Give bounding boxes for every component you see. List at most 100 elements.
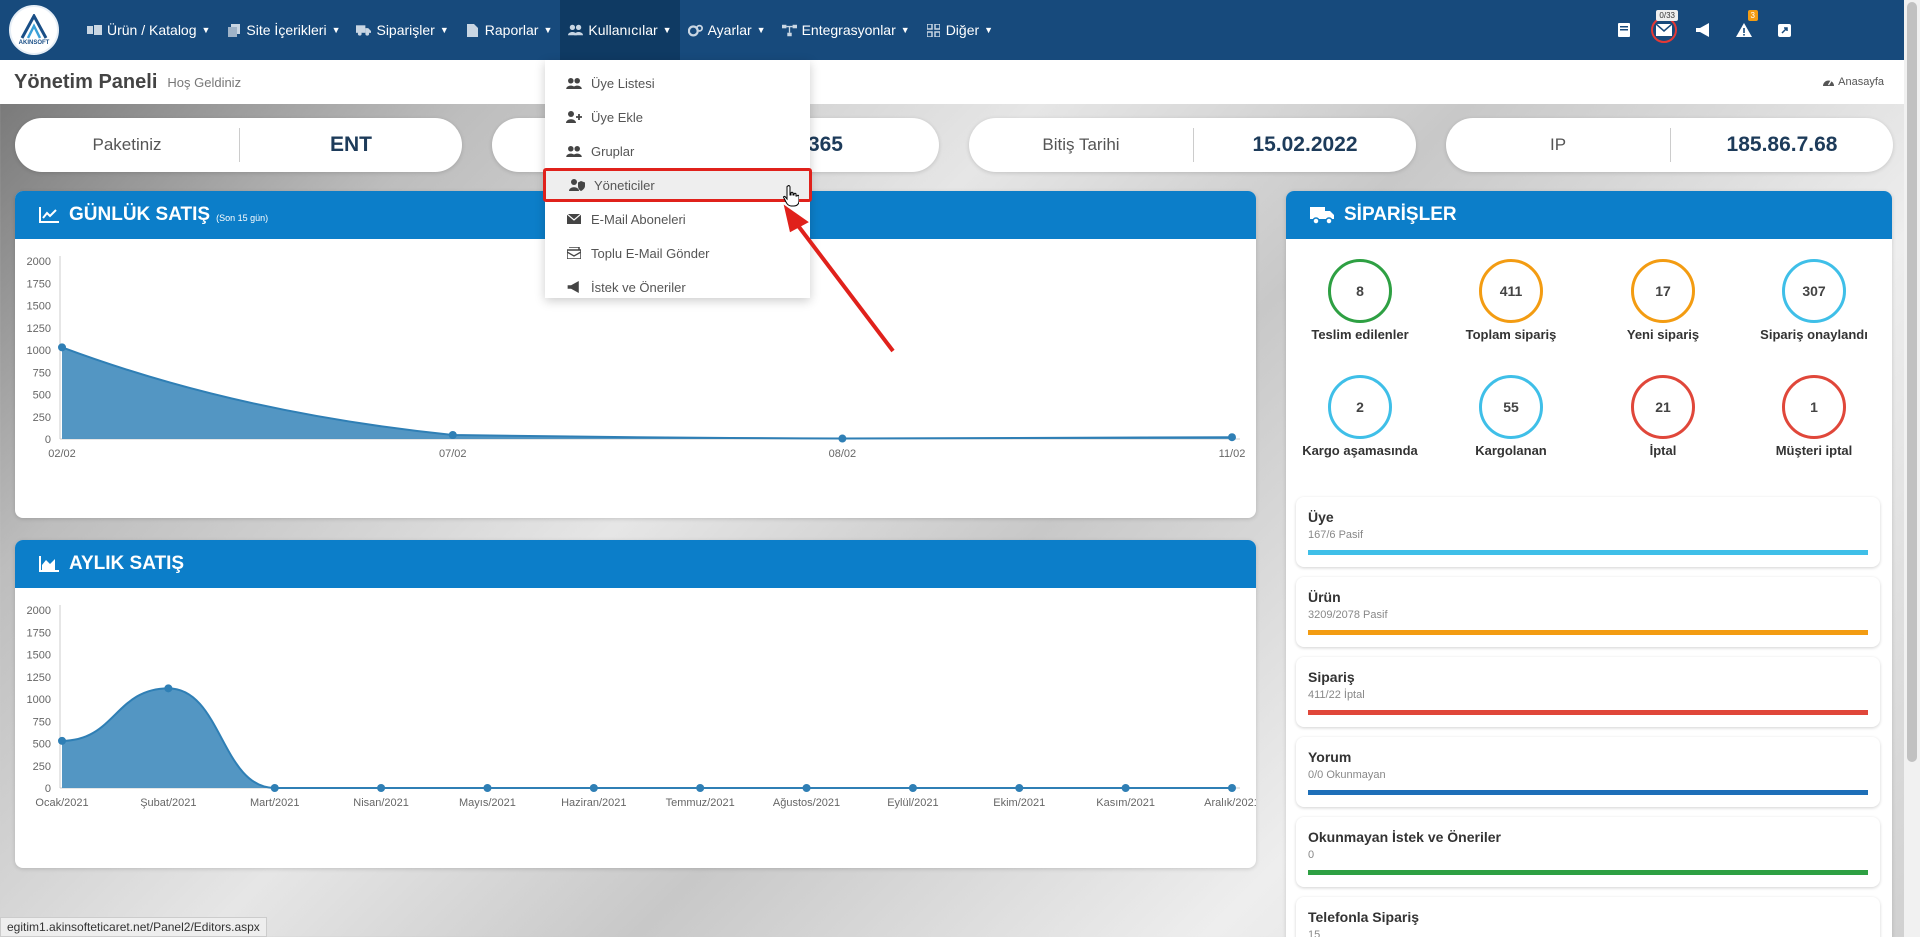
end-date-value: 15.02.2022 xyxy=(1252,133,1358,156)
stat-card-telefon[interactable]: Telefonla Sipariş 15 xyxy=(1296,897,1880,937)
y-tick-label: 2000 xyxy=(27,256,51,268)
top-navbar: AKINSOFT Ürün / Katalog ▼ Site İçerikleri… xyxy=(0,0,1904,60)
stat-card-istek[interactable]: Okunmayan İstek ve Öneriler 0 xyxy=(1296,817,1880,887)
x-tick-label: Şubat/2021 xyxy=(140,797,196,809)
data-point xyxy=(58,736,66,745)
stat-title: Telefonla Sipariş xyxy=(1308,909,1419,925)
nav-raporlar[interactable]: Raporlar ▼ xyxy=(457,0,561,60)
chevron-down-icon: ▼ xyxy=(439,25,449,35)
circle-value: 55 xyxy=(1479,375,1543,439)
menu-item-label: Yöneticiler xyxy=(594,177,655,193)
y-tick-label: 1250 xyxy=(27,323,51,335)
nav-label: Ayarlar xyxy=(707,22,752,38)
stat-sub: 0/0 Okunmayan xyxy=(1308,769,1386,781)
x-tick-label: 02/02 xyxy=(48,448,76,460)
x-tick-label: 11/02 xyxy=(1219,448,1246,460)
menu-item-email-aboneleri[interactable]: E-Mail Aboneleri xyxy=(545,202,810,236)
circle-toplam[interactable]: 411 Toplam sipariş xyxy=(1436,259,1586,342)
x-tick-label: Ağustos/2021 xyxy=(773,797,840,809)
logo-mark-icon xyxy=(20,14,48,39)
chevron-down-icon: ▼ xyxy=(331,25,341,35)
circle-value: 21 xyxy=(1631,375,1695,439)
circle-musteri-iptal[interactable]: 1 Müşteri iptal xyxy=(1739,375,1889,458)
y-tick-label: 250 xyxy=(33,412,51,424)
mail-icon[interactable]: 0/33 xyxy=(1651,10,1678,43)
stat-card-uye[interactable]: Üye 167/6 Pasif xyxy=(1296,497,1880,567)
orders-title: SİPARİŞLER xyxy=(1344,204,1457,225)
external-link-icon[interactable] xyxy=(1774,20,1794,40)
monthly-sales-panel: AYLIK SATIŞ 0 250 500 750 1000 1250 1500 1750 20… xyxy=(15,540,1256,868)
browser-status-bar: egitim1.akinsofteticaret.net/Panel2/Edit… xyxy=(0,917,267,937)
y-tick-label: 1500 xyxy=(27,650,51,662)
circle-onaylandi[interactable]: 307 Sipariş onaylandı xyxy=(1739,259,1889,342)
circle-label: Müşteri iptal xyxy=(1775,443,1853,458)
data-point xyxy=(1015,784,1024,792)
nav-diger[interactable]: Diğer ▼ xyxy=(918,0,1001,60)
stat-bar xyxy=(1308,870,1868,875)
monthly-sales-header: AYLIK SATIŞ xyxy=(15,540,1256,588)
scrollbar[interactable] xyxy=(1904,0,1920,937)
circle-teslim[interactable]: 8 Teslim edilenler xyxy=(1286,259,1435,342)
mail-bulk-icon xyxy=(565,247,583,259)
warning-icon[interactable]: 3 xyxy=(1734,10,1758,40)
chevron-down-icon: ▼ xyxy=(662,25,672,35)
nav-kullanicilar[interactable]: Kullanıcılar ▼ xyxy=(560,0,680,60)
circle-kargolanan[interactable]: 55 Kargolanan xyxy=(1436,375,1586,458)
menu-item-gruplar[interactable]: Gruplar xyxy=(545,134,810,168)
menu-item-label: İstek ve Öneriler xyxy=(591,279,686,295)
circle-iptal[interactable]: 21 İptal xyxy=(1588,375,1738,458)
data-point xyxy=(448,430,457,439)
chevron-down-icon: ▼ xyxy=(201,25,211,35)
circle-value: 17 xyxy=(1631,259,1695,323)
x-tick-label: 07/02 xyxy=(439,448,467,460)
stat-title: Sipariş xyxy=(1308,669,1355,685)
menu-item-toplu-email[interactable]: Toplu E-Mail Gönder xyxy=(545,236,810,270)
bullhorn-icon[interactable] xyxy=(1694,20,1714,40)
nav-urun-katalog[interactable]: Ürün / Katalog ▼ xyxy=(79,0,218,60)
truck-icon xyxy=(356,24,372,37)
nav-siparisler[interactable]: Siparişler ▼ xyxy=(348,0,456,60)
ip-pill: IP 185.86.7.68 xyxy=(1446,118,1893,172)
orders-panel: SİPARİŞLER 8 Teslim edilenler 411 Toplam… xyxy=(1286,191,1892,937)
menu-item-uye-ekle[interactable]: Üye Ekle xyxy=(545,100,810,134)
menu-item-label: Üye Ekle xyxy=(591,109,644,125)
nav-site-icerikleri[interactable]: Site İçerikleri ▼ xyxy=(218,0,348,60)
nav-label: Siparişler xyxy=(376,22,435,38)
stat-card-siparis[interactable]: Sipariş 411/22 İptal xyxy=(1296,657,1880,727)
circle-value: 307 xyxy=(1782,259,1846,323)
catalog-icon xyxy=(87,24,102,37)
x-tick-label: Temmuz/2021 xyxy=(666,797,735,809)
menu-item-label: Toplu E-Mail Gönder xyxy=(591,245,710,261)
nav-entegrasyonlar[interactable]: Entegrasyonlar ▼ xyxy=(774,0,918,60)
circle-label: Teslim edilenler xyxy=(1311,327,1409,342)
x-tick-label: Ocak/2021 xyxy=(35,797,88,809)
top-right-icons: 0/33 3 xyxy=(1614,0,1794,60)
ip-value: 185.86.7.68 xyxy=(1726,133,1838,156)
chevron-down-icon: ▼ xyxy=(900,25,910,35)
circle-kargo[interactable]: 2 Kargo aşamasında xyxy=(1286,375,1435,458)
menu-item-uye-listesi[interactable]: Üye Listesi xyxy=(545,66,810,100)
series-area xyxy=(62,347,1232,439)
book-icon[interactable] xyxy=(1614,20,1634,40)
nav-ayarlar[interactable]: Ayarlar ▼ xyxy=(680,0,774,60)
bullhorn-icon xyxy=(565,281,583,293)
chevron-down-icon: ▼ xyxy=(543,25,553,35)
stat-card-urun[interactable]: Ürün 3209/2078 Pasif xyxy=(1296,577,1880,647)
home-link[interactable]: Anasayfa xyxy=(1823,76,1884,88)
akinsoft-logo[interactable]: AKINSOFT xyxy=(9,5,59,55)
stat-sub: 0 xyxy=(1308,849,1315,861)
scrollbar-thumb[interactable] xyxy=(1907,2,1917,762)
circle-yeni[interactable]: 17 Yeni sipariş xyxy=(1588,259,1738,342)
users-dropdown-menu: Üye Listesi Üye Ekle Gruplar Yöneticiler… xyxy=(543,60,812,298)
y-tick-label: 1500 xyxy=(27,301,51,313)
circle-label: Sipariş onaylandı xyxy=(1760,327,1868,342)
stat-card-yorum[interactable]: Yorum 0/0 Okunmayan xyxy=(1296,737,1880,807)
end-date-label: Bitiş Tarihi xyxy=(969,128,1194,162)
y-tick-label: 0 xyxy=(45,434,51,446)
circle-label: Kargo aşamasında xyxy=(1302,443,1418,458)
menu-item-yoneticiler[interactable]: Yöneticiler xyxy=(543,168,812,202)
menu-item-istek-oneriler[interactable]: İstek ve Öneriler xyxy=(545,270,810,304)
hand-cursor-icon xyxy=(783,185,799,207)
stat-title: Ürün xyxy=(1308,589,1341,605)
x-tick-label: 08/02 xyxy=(829,448,857,460)
